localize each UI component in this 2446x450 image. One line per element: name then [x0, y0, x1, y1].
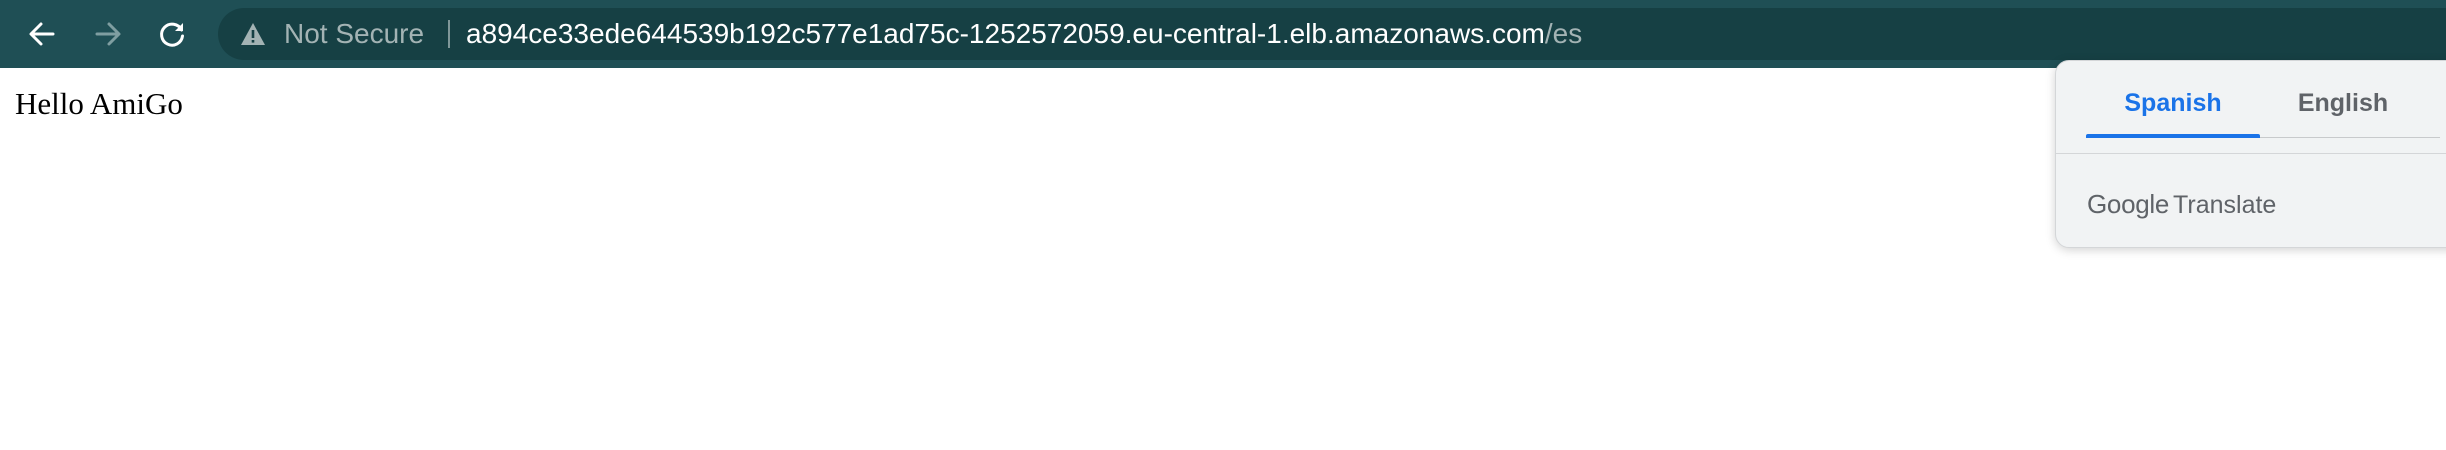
translate-popup: Spanish English Google Translate — [2055, 60, 2446, 248]
arrow-left-icon — [29, 22, 55, 46]
back-button[interactable] — [20, 12, 64, 56]
url-path: /es — [1544, 18, 1583, 49]
tab-spanish[interactable]: Spanish — [2086, 83, 2260, 123]
google-translate-brand: Google Translate — [2087, 187, 2276, 221]
browser-toolbar: Not Secure a894ce33ede644539b192c577e1ad… — [0, 0, 2446, 68]
reload-icon — [160, 22, 184, 47]
popup-divider — [2056, 153, 2446, 154]
url-text[interactable]: a894ce33ede644539b192c577e1ad75c-1252572… — [466, 8, 1582, 60]
google-logo: Google — [2087, 189, 2170, 219]
address-bar[interactable]: Not Secure a894ce33ede644539b192c577e1ad… — [218, 8, 2446, 60]
tab-track — [2260, 137, 2440, 138]
omnibox-divider — [448, 20, 450, 48]
translate-label: Translate — [2173, 191, 2277, 219]
arrow-right-icon — [95, 22, 121, 46]
url-host: a894ce33ede644539b192c577e1ad75c-1252572… — [466, 18, 1545, 49]
warning-triangle-icon[interactable] — [240, 22, 266, 46]
reload-button[interactable] — [150, 12, 194, 56]
selected-tab-indicator — [2086, 134, 2260, 138]
tab-english[interactable]: English — [2260, 83, 2426, 123]
greeting-text: Hello AmiGo — [15, 86, 183, 121]
forward-button[interactable] — [86, 12, 130, 56]
security-status-label[interactable]: Not Secure — [284, 8, 424, 60]
